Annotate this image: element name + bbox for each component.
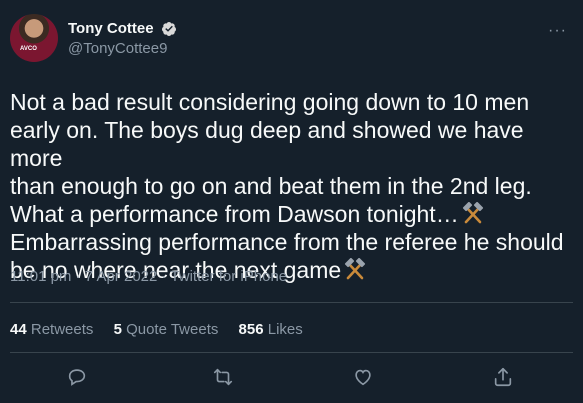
meta-separator: · [71,268,85,285]
like-button[interactable] [352,366,378,392]
tweet-line: early on. The boys dug deep and showed w… [10,117,524,171]
tweet-actions [0,366,583,396]
tweet-line: What a performance from Dawson tonight… [10,201,459,227]
quote-tweets-count: 5 [113,321,122,338]
tweet-text: Not a bad result considering going down … [10,88,575,284]
divider [10,352,573,353]
likes-label: Likes [267,321,303,338]
avatar[interactable]: AVCO [10,14,58,62]
quote-tweets-stat[interactable]: 5 Quote Tweets [114,321,219,338]
handle[interactable]: @TonyCottee9 [68,40,177,58]
tweet-header: AVCO Tony Cottee @TonyCottee9 ··· [10,14,573,64]
reply-icon [68,369,86,386]
likes-stat[interactable]: 856 Likes [239,321,303,338]
avatar-shirt-text: AVCO [20,46,37,52]
tweet-line: Not a bad result considering going down … [10,89,530,115]
tweet-source[interactable]: Twitter for iPhone [170,268,287,285]
retweets-stat[interactable]: 44 Retweets [10,321,93,338]
more-options-icon[interactable]: ··· [548,22,567,40]
tweet-date[interactable]: 7 Apr 2022 [85,268,158,285]
share-icon [494,367,512,387]
like-icon [355,369,371,386]
crossed-hammers-icon [345,258,366,280]
quote-tweets-label: Quote Tweets [126,321,219,338]
crossed-hammers-icon [462,202,483,224]
tweet-stats: 44 Retweets 5 Quote Tweets 856 Likes [10,321,319,338]
reply-button[interactable] [66,366,92,392]
retweets-count: 44 [10,321,27,338]
display-name[interactable]: Tony Cottee [68,20,154,38]
tweet-meta: 11:01 pm · 7 Apr 2022 · Twitter for iPho… [10,268,287,285]
tweet-line: than enough to go on and beat them in th… [10,173,532,199]
divider [10,302,573,303]
retweet-icon [213,368,233,386]
verified-badge-icon [162,22,177,36]
author-names: Tony Cottee @TonyCottee9 [68,20,177,58]
meta-separator: · [157,268,171,285]
retweets-label: Retweets [30,321,94,338]
share-button[interactable] [492,366,518,392]
likes-count: 856 [238,321,264,338]
tweet-time[interactable]: 11:01 pm [10,268,71,285]
tweet-line: Embarrassing performance from the refere… [10,229,564,255]
tweet-card: AVCO Tony Cottee @TonyCottee9 ··· Not a … [0,0,583,403]
retweet-button[interactable] [212,366,238,392]
